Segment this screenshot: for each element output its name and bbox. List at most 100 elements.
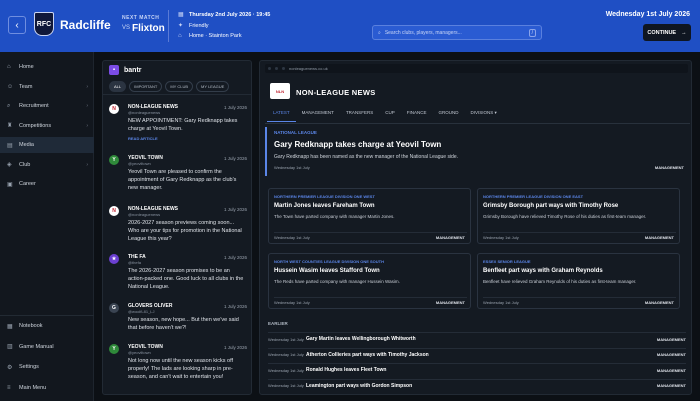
tab-latest[interactable]: LATEST bbox=[267, 110, 296, 122]
read-article-link[interactable]: READ ARTICLE bbox=[128, 136, 158, 141]
dot-icon bbox=[268, 67, 271, 70]
earlier-row[interactable]: Wednesday 1st July Gary Martin leaves Wel… bbox=[268, 332, 686, 345]
tab-transfers[interactable]: TRANSFERS bbox=[340, 110, 379, 122]
sidebar-item-career[interactable]: ▣ Career bbox=[0, 176, 94, 192]
earlier-date: Wednesday 1st July bbox=[268, 383, 304, 388]
post-text: 2026-2027 season previews coming soon...… bbox=[128, 220, 242, 242]
avatar: Y bbox=[109, 155, 119, 165]
sidebar: ⌂ Home ☺ Team › ⌕ Recruitment › ♜ Competitions › ▤ M… bbox=[0, 52, 94, 401]
dot-icon bbox=[282, 67, 285, 70]
card-title: Benfleet part ways with Graham Reynolds bbox=[483, 268, 603, 274]
filter-chip-my-club[interactable]: MY CLUB bbox=[165, 81, 194, 92]
home-icon: ⌂ bbox=[7, 64, 11, 70]
tab-divisions[interactable]: DIVISIONS ▾ bbox=[464, 110, 502, 122]
card-date: Wednesday 1st July bbox=[274, 300, 310, 305]
sidebar-divider bbox=[0, 315, 94, 316]
filter-chip-my-league[interactable]: MY LEAGUE bbox=[196, 81, 230, 92]
chevron-left-icon: ‹ bbox=[15, 19, 19, 31]
sidebar-item-label: Main Menu bbox=[19, 384, 47, 391]
earlier-date: Wednesday 1st July bbox=[268, 352, 304, 357]
news-card[interactable]: NORTH WEST COUNTIES LEAGUE DIVISION ONE … bbox=[268, 253, 471, 309]
tab-ground[interactable]: GROUND bbox=[432, 110, 464, 122]
search-icon: ⌕ bbox=[378, 29, 381, 36]
bantr-post[interactable]: ★ THE FA @thefa 1 July 2026 The 2026-2027 se… bbox=[109, 254, 249, 298]
sidebar-item-media[interactable]: ▤ Media bbox=[0, 137, 94, 153]
chevron-right-icon: › bbox=[86, 161, 88, 168]
card-date: Wednesday 1st July bbox=[483, 235, 519, 240]
url-bar[interactable]: nonleaguenews.co.uk bbox=[265, 64, 688, 73]
sidebar-item-team[interactable]: ☺ Team › bbox=[0, 79, 94, 95]
sidebar-item-label: Club bbox=[19, 161, 31, 168]
club-name: Radcliffe bbox=[60, 18, 111, 32]
chevron-right-icon: › bbox=[86, 83, 88, 90]
bantr-panel: ▪ bantr ALL IMPORTANT MY CLUB MY LEAGUE N NO… bbox=[102, 60, 252, 395]
sidebar-item-club[interactable]: ◈ Club › bbox=[0, 157, 94, 173]
news-card[interactable]: ESSEX SENIOR LEAGUE Benfleet part ways wi… bbox=[477, 253, 680, 309]
earlier-row[interactable]: Wednesday 1st July Ronald Hughes leaves F… bbox=[268, 363, 686, 376]
opponent-name[interactable]: Flixton bbox=[132, 23, 165, 34]
avatar: G bbox=[109, 303, 119, 313]
chevron-right-icon: › bbox=[86, 103, 88, 109]
tabs-divider bbox=[265, 123, 690, 124]
tab-cup[interactable]: CUP bbox=[379, 110, 401, 122]
post-text: New season, new hope... But then we've s… bbox=[128, 317, 239, 331]
post-text: Not long now until the new season kicks … bbox=[128, 358, 234, 380]
continue-label: CONTINUE bbox=[647, 29, 677, 36]
earlier-row[interactable]: Wednesday 1st July Leamington part ways w… bbox=[268, 378, 686, 392]
site-logo: NLN bbox=[270, 83, 290, 99]
card-summary: Benfleet have relieved Graham Reynolds o… bbox=[483, 279, 637, 284]
earlier-title: Ronald Hughes leaves Fleet Town bbox=[306, 367, 387, 373]
bantr-post[interactable]: N NON-LEAGUE NEWS @nonleaguenews 1 July 202… bbox=[109, 206, 249, 250]
tab-management[interactable]: MANAGEMENT bbox=[296, 110, 340, 122]
card-kicker: NORTHERN PREMIER LEAGUE DIVISION ONE WES… bbox=[274, 194, 375, 199]
sidebar-item-home[interactable]: ⌂ Home bbox=[0, 59, 94, 75]
bantr-post[interactable]: Y YEOVIL TOWN @yeoviltown 1 July 2026 Yeovil… bbox=[109, 155, 249, 199]
earlier-label: EARLIER bbox=[268, 321, 288, 326]
menu-icon: ≡ bbox=[7, 384, 11, 391]
bantr-post[interactable]: N NON-LEAGUE NEWS @nonleaguenews 1 July 202… bbox=[109, 104, 249, 148]
tab-finance[interactable]: FINANCE bbox=[401, 110, 433, 122]
search-input[interactable]: ⌕ Search clubs, players, managers... / bbox=[372, 25, 542, 40]
card-summary: The Reds have parted company with manage… bbox=[274, 279, 400, 284]
match-type: ✦ Friendly bbox=[178, 22, 209, 30]
post-text: Yeovil Town are pleased to confirm the a… bbox=[128, 169, 237, 191]
filter-chip-all[interactable]: ALL bbox=[109, 81, 127, 92]
notebook-icon: ▦ bbox=[7, 323, 13, 330]
bantr-post[interactable]: G GLOVERS OLIVER @woolfL81_LJ 1 July 2026 Ne… bbox=[109, 303, 249, 339]
url-text: nonleaguenews.co.uk bbox=[289, 66, 328, 71]
earlier-row[interactable]: Wednesday 1st July Atherton Collieries pa… bbox=[268, 347, 686, 361]
search-shortcut-key: / bbox=[528, 28, 536, 37]
sidebar-item-settings[interactable]: ⚙ Settings bbox=[0, 359, 94, 375]
card-date: Wednesday 1st July bbox=[274, 235, 310, 240]
card-date: Wednesday 1st July bbox=[483, 300, 519, 305]
card-summary: The Town have parted company with manage… bbox=[274, 214, 395, 219]
featured-article[interactable]: NATIONAL LEAGUE Gary Redknapp takes char… bbox=[265, 127, 690, 176]
sidebar-item-notebook[interactable]: ▦ Notebook bbox=[0, 318, 94, 334]
post-handle: @yeoviltown bbox=[128, 350, 151, 355]
sidebar-item-competitions[interactable]: ♜ Competitions › bbox=[0, 118, 94, 134]
bantr-post[interactable]: Y YEOVIL TOWN @yeoviltown 1 July 2026 Not lo… bbox=[109, 344, 249, 392]
card-summary: Grimsby Borough have relieved Timothy Ro… bbox=[483, 214, 647, 219]
earlier-date: Wednesday 1st July bbox=[268, 367, 304, 373]
sidebar-item-main-menu[interactable]: ≡ Main Menu bbox=[0, 380, 94, 396]
back-button[interactable]: ‹ bbox=[8, 16, 26, 34]
card-divider bbox=[483, 297, 676, 298]
sidebar-item-recruitment[interactable]: ⌕ Recruitment › bbox=[0, 98, 94, 114]
post-handle: @nonleaguenews bbox=[128, 212, 161, 217]
match-datetime-text: Thursday 2nd July 2026 · 19:45 bbox=[189, 11, 271, 18]
post-text: The 2026-2027 season promises to be an a… bbox=[128, 268, 244, 290]
earlier-title: Gary Martin leaves Wellingborough Whitwo… bbox=[306, 336, 416, 342]
continue-button[interactable]: CONTINUE → bbox=[643, 24, 691, 41]
sidebar-item-label: Notebook bbox=[19, 323, 43, 329]
news-browser: nonleaguenews.co.uk NLN NON-LEAGUE NEWS … bbox=[259, 60, 692, 395]
chevron-right-icon: › bbox=[86, 122, 88, 129]
earlier-date: Wednesday 1st July bbox=[268, 336, 304, 342]
card-tag: MANAGEMENT bbox=[644, 235, 674, 240]
news-card[interactable]: NORTHERN PREMIER LEAGUE DIVISION ONE EAS… bbox=[477, 188, 680, 244]
location-icon: ⌂ bbox=[178, 33, 182, 39]
sidebar-item-game-manual[interactable]: ▥ Game Manual bbox=[0, 339, 94, 355]
avatar: N bbox=[109, 206, 119, 216]
filter-chip-important[interactable]: IMPORTANT bbox=[129, 81, 163, 92]
news-card[interactable]: NORTHERN PREMIER LEAGUE DIVISION ONE WES… bbox=[268, 188, 471, 244]
header-divider bbox=[168, 10, 169, 42]
